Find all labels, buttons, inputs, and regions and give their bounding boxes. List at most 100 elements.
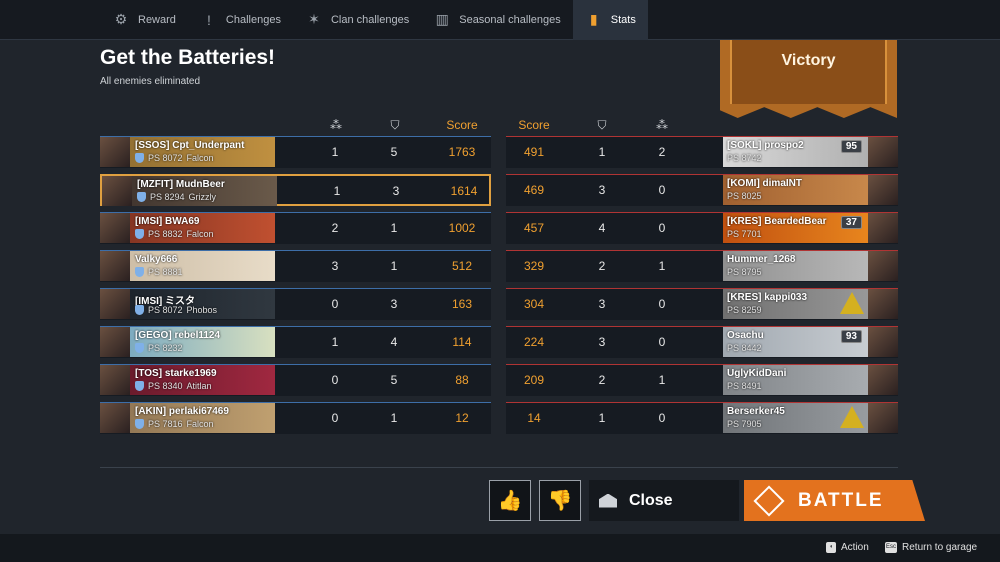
avatar — [868, 175, 898, 205]
battle-icon — [753, 484, 785, 517]
player-plate: [TOS] starke1969 PS 8340 Atitlan — [100, 365, 275, 395]
ally-row[interactable]: [AKIN] perlaki67469 PS 7816 Falcon 0 1 12 — [100, 402, 491, 434]
player-info: PS 7905 — [727, 419, 762, 429]
power-score: PS 7905 — [727, 419, 762, 429]
kills-value: 0 — [658, 297, 666, 311]
season-icon: ▥ — [435, 11, 449, 27]
tab-bar: ⚙ Reward! Challenges ✶ Clan challenges ▥ Seaso… — [0, 0, 1000, 40]
player-plate: Hummer_1268 PS 8795 — [723, 251, 898, 281]
avatar — [868, 289, 898, 319]
tab-seasonal-challenges[interactable]: ▥ Seasonal challenges — [421, 0, 573, 40]
ally-row[interactable]: [MZFIT] MudnBeer PS 8294 Grizzly 1 3 1614 — [100, 174, 491, 206]
player-info: PS 8832 Falcon — [135, 229, 214, 239]
tab-challenges[interactable]: ! Challenges — [188, 0, 293, 40]
enemy-row[interactable]: 457 4 0 [KRES] BeardedBear PS 7701 37 — [506, 212, 898, 244]
enemy-row[interactable]: 329 2 1 Hummer_1268 PS 8795 — [506, 250, 898, 282]
power-score: PS 8259 — [727, 305, 762, 315]
gear-icon: ⚙ — [114, 11, 128, 27]
ally-row[interactable]: [IMSI] ミスタ PS 8072 Phobos 0 3 163 — [100, 288, 491, 320]
close-button[interactable]: Close — [589, 480, 739, 521]
page-subtitle: All enemies eliminated — [100, 76, 201, 87]
rank-badge: 95 — [840, 140, 862, 153]
ally-row[interactable]: [SSOS] Cpt_Underpant PS 8072 Falcon 1 5 1763 — [100, 136, 491, 168]
vehicle-badge: Grizzly — [188, 192, 217, 202]
avatar — [868, 213, 898, 243]
score-value: 1763 — [448, 145, 476, 159]
hint-action-label: Action — [841, 542, 869, 553]
score-value: 1614 — [450, 184, 478, 198]
tab-label: Clan challenges — [330, 13, 410, 26]
player-plate: [KRES] kappi033 PS 8259 — [723, 289, 898, 319]
enemy-row[interactable]: 224 3 0 Osachu PS 8442 93 — [506, 326, 898, 358]
kills-value: 0 — [658, 183, 666, 197]
score-value: 1002 — [448, 221, 476, 235]
score-value: 457 — [523, 221, 545, 235]
enemy-row[interactable]: 14 1 0 Berserker45 PS 7905 — [506, 402, 898, 434]
player-name: [KRES] kappi033 — [727, 292, 808, 303]
shield-icon — [135, 305, 144, 315]
player-plate: [IMSI] ミスタ PS 8072 Phobos — [100, 289, 275, 319]
enemy-row[interactable]: 491 1 2 [SOKL] prospo2 PS 8742 95 — [506, 136, 898, 168]
tab-stats[interactable]: ▮ Stats — [572, 0, 648, 40]
power-score: PS 7816 — [148, 419, 183, 429]
enemy-row[interactable]: 209 2 1 UglyKidDani PS 8491 — [506, 364, 898, 396]
close-label: Close — [629, 491, 673, 509]
assists-icon: ⛉ — [597, 118, 607, 132]
player-name: [IMSI] BWA69 — [135, 216, 200, 227]
rank-badge: 37 — [840, 216, 862, 229]
kills-value: 1 — [331, 145, 339, 159]
garage-icon — [599, 493, 617, 508]
shield-icon — [135, 267, 144, 277]
tab-reward[interactable]: ⚙ Reward — [100, 0, 188, 40]
player-info: PS 8025 — [727, 191, 762, 201]
player-plate: [MZFIT] MudnBeer PS 8294 Grizzly — [102, 176, 277, 206]
assists-value: 4 — [390, 335, 398, 349]
player-plate: [SOKL] prospo2 PS 8742 95 — [723, 137, 898, 167]
ally-row[interactable]: [GEGO] rebel1124 PS 8232 1 4 114 — [100, 326, 491, 358]
player-info: PS 8072 Phobos — [135, 305, 217, 315]
vehicle-badge: Phobos — [186, 305, 218, 315]
player-info: PS 8072 Falcon — [135, 153, 214, 163]
player-plate: [GEGO] rebel1124 PS 8232 — [100, 327, 275, 357]
player-plate: [KOMI] dimaINT PS 8025 — [723, 175, 898, 205]
power-score: PS 8832 — [148, 229, 183, 239]
tab-label: Challenges — [225, 13, 281, 26]
player-info: PS 7816 Falcon — [135, 419, 214, 429]
ally-row[interactable]: [IMSI] BWA69 PS 8832 Falcon 2 1 1002 — [100, 212, 491, 244]
battle-button[interactable]: BATTLE — [744, 480, 925, 521]
avatar — [100, 289, 130, 319]
avatar — [100, 251, 130, 281]
power-score: PS 8294 — [150, 192, 185, 202]
player-plate: [KRES] BeardedBear PS 7701 37 — [723, 213, 898, 243]
hint-action[interactable]: ◖ Action — [826, 542, 869, 553]
kills-value: 0 — [331, 411, 339, 425]
player-info: PS 8442 — [727, 343, 762, 353]
player-name: [SSOS] Cpt_Underpant — [135, 140, 245, 151]
dislike-button[interactable]: 👎 — [539, 480, 581, 521]
kills-value: 0 — [658, 221, 666, 235]
assists-value: 3 — [598, 335, 606, 349]
enemy-row[interactable]: 304 3 0 [KRES] kappi033 PS 8259 — [506, 288, 898, 320]
assists-value: 1 — [598, 411, 606, 425]
like-button[interactable]: 👍 — [489, 480, 531, 521]
vehicle-badge: Falcon — [186, 419, 214, 429]
player-info: PS 8340 Atitlan — [135, 381, 212, 391]
ally-row[interactable]: [TOS] starke1969 PS 8340 Atitlan 0 5 88 — [100, 364, 491, 396]
ally-row[interactable]: Valky666 PS 8881 3 1 512 — [100, 250, 491, 282]
hint-return[interactable]: Esc Return to garage — [885, 542, 977, 553]
hint-return-label: Return to garage — [902, 542, 978, 553]
assists-value: 1 — [390, 221, 398, 235]
score-value: 491 — [523, 145, 545, 159]
player-plate: Osachu PS 8442 93 — [723, 327, 898, 357]
enemy-row[interactable]: 469 3 0 [KOMI] dimaINT PS 8025 — [506, 174, 898, 206]
avatar — [100, 365, 130, 395]
tab-label: Seasonal challenges — [459, 13, 561, 26]
kills-value: 0 — [658, 411, 666, 425]
avatar — [100, 327, 130, 357]
player-plate: UglyKidDani PS 8491 — [723, 365, 898, 395]
score-value: 329 — [523, 259, 545, 273]
kills-value: 1 — [331, 335, 339, 349]
tab-clan-challenges[interactable]: ✶ Clan challenges — [293, 0, 421, 40]
player-name: [KRES] BeardedBear — [727, 216, 827, 227]
player-name: [AKIN] perlaki67469 — [135, 406, 229, 417]
